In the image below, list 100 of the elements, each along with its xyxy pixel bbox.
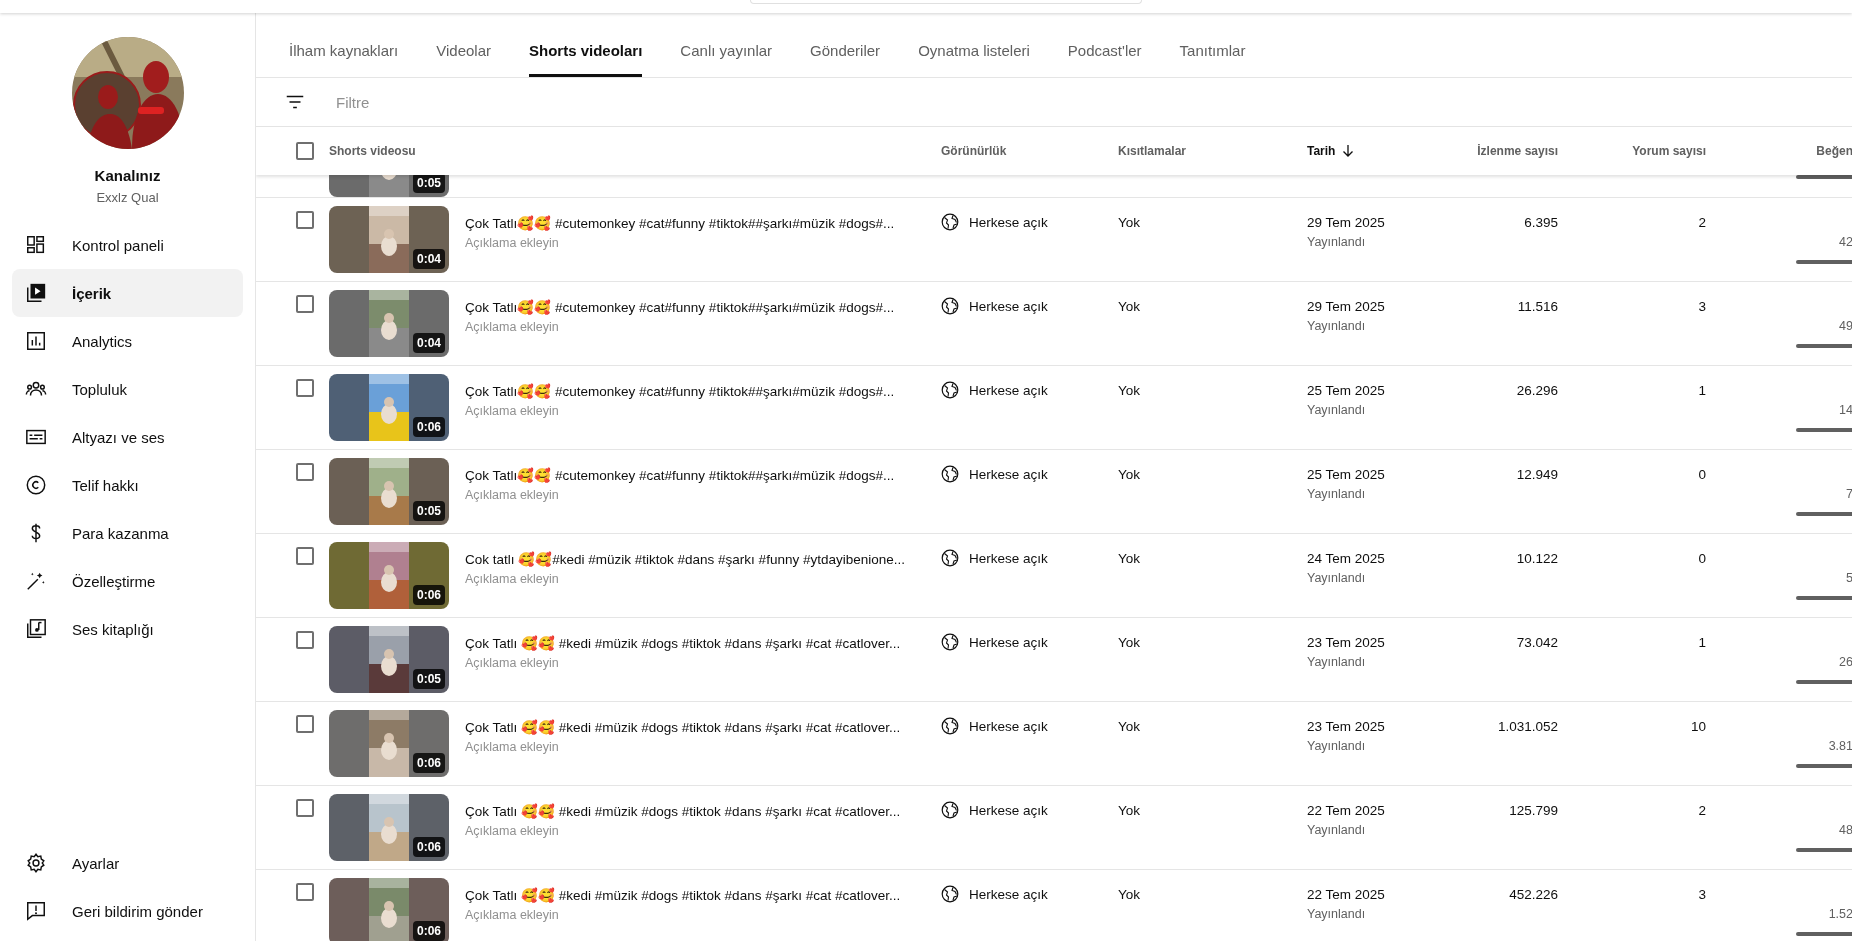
- sidebar-item[interactable]: Topluluk: [12, 365, 243, 413]
- tab[interactable]: Oynatma listeleri: [918, 13, 1030, 77]
- column-label: Tarih: [1307, 144, 1336, 158]
- views-cell-text: 6.395: [1523, 215, 1558, 230]
- checkbox[interactable]: [296, 547, 314, 565]
- status-label: Yayınlandı: [1307, 571, 1366, 585]
- video-title[interactable]: Cok tatlı 🥰🥰#kedi #müzik #tiktok #dans #şarkı #funny #ytdayibenione...: [465, 551, 905, 567]
- globe-icon: [941, 549, 959, 567]
- checkbox[interactable]: [296, 883, 314, 901]
- likes-cell-text: 1.52: [1827, 907, 1852, 921]
- sidebar-item[interactable]: Telif hakkı: [12, 461, 243, 509]
- globe-icon: [941, 213, 959, 231]
- checkbox[interactable]: [296, 295, 314, 313]
- status-label: Yayınlandı: [1307, 655, 1366, 669]
- sidebar-item[interactable]: Ses kitaplığı: [12, 605, 243, 653]
- globe-icon: [941, 465, 959, 483]
- checkbox[interactable]: [296, 631, 314, 649]
- comments-cell-text: 0: [1697, 551, 1706, 566]
- video-title[interactable]: Çok Tatlı🥰🥰 #cutemonkey #cat#funny #tiktok##şarkı#müzik #dogs#...: [465, 467, 895, 483]
- ratio-bar: [1796, 596, 1852, 600]
- checkbox[interactable]: [296, 715, 314, 733]
- status-label: Yayınlandı: [1307, 907, 1366, 921]
- visibility-label: Herkese açık: [969, 215, 1048, 230]
- comments-cell-text: 10: [1689, 719, 1706, 734]
- likes-cell-text: 48: [1838, 823, 1852, 837]
- column-header[interactable]: Kısıtlamalar: [1118, 144, 1307, 158]
- sidebar-item[interactable]: Ayarlar: [12, 839, 243, 887]
- globe-icon: [941, 297, 959, 315]
- tab[interactable]: Canlı yayınlar: [680, 13, 773, 77]
- ratio-bar: [1796, 512, 1852, 516]
- video-title[interactable]: Çok Tatlı🥰🥰 #cutemonkey #cat#funny #tiktok##şarkı#müzik #dogs#...: [465, 299, 895, 315]
- date-cell: 29 Tem 2025: [1307, 299, 1385, 314]
- sidebar-item[interactable]: Para kazanma: [12, 509, 243, 557]
- views-cell-text: 10.122: [1515, 551, 1558, 566]
- duration-badge: 0:06: [412, 585, 445, 605]
- tab[interactable]: Shorts videoları: [529, 13, 643, 77]
- duration-badge: 0:06: [412, 753, 445, 773]
- checkbox[interactable]: [296, 799, 314, 817]
- ratio-bar: [1796, 680, 1852, 684]
- comments-cell-text: 3: [1697, 887, 1706, 902]
- video-title[interactable]: Çok Tatlı 🥰🥰 #kedi #müzik #dogs #tiktok #dans #şarkı #cat #catlover...: [465, 719, 901, 735]
- column-header[interactable]: İzlenme sayısı: [1447, 144, 1558, 158]
- video-library-icon: [25, 282, 47, 304]
- globe-icon: [941, 885, 959, 903]
- visibility-label: Herkese açık: [969, 635, 1048, 650]
- visibility-label: Herkese açık: [969, 719, 1048, 734]
- channel-name: Exxlz Qual: [95, 190, 160, 205]
- sidebar-item[interactable]: Geri bildirim gönder: [12, 887, 243, 935]
- tab[interactable]: İlham kaynakları: [289, 13, 399, 77]
- video-title[interactable]: Çok Tatlı 🥰🥰 #kedi #müzik #dogs #tiktok #dans #şarkı #cat #catlover...: [465, 635, 901, 651]
- comments-cell-text: 2: [1697, 215, 1706, 230]
- video-title[interactable]: Çok Tatlı🥰🥰 #cutemonkey #cat#funny #tiktok##şarkı#müzik #dogs#...: [465, 215, 895, 231]
- checkbox[interactable]: [296, 211, 314, 229]
- checkbox[interactable]: [296, 379, 314, 397]
- status-label: Yayınlandı: [1307, 235, 1366, 249]
- tab[interactable]: Tanıtımlar: [1179, 13, 1246, 77]
- sidebar-item[interactable]: Özelleştirme: [12, 557, 243, 605]
- date-cell: 22 Tem 2025: [1307, 803, 1385, 818]
- visibility-label: Herkese açık: [969, 467, 1048, 482]
- duration-badge: 0:05: [412, 669, 445, 689]
- channel-title: Kanalınız: [93, 167, 162, 184]
- views-cell-text: 1.031.052: [1496, 719, 1558, 734]
- video-title[interactable]: Çok Tatlı 🥰🥰 #kedi #müzik #dogs #tiktok #dans #şarkı #cat #catlover...: [465, 803, 901, 819]
- column-header[interactable]: Shorts videosu: [329, 144, 941, 158]
- analytics-icon: [25, 330, 47, 352]
- duration-badge: 0:06: [412, 921, 445, 941]
- globe-icon: [941, 717, 959, 735]
- restrictions-cell-text: Yok: [1118, 719, 1142, 734]
- video-title[interactable]: Çok Tatlı 🥰🥰 #kedi #müzik #dogs #tiktok #dans #şarkı #cat #catlover...: [465, 887, 901, 903]
- likes-cell-text: 3.81: [1827, 739, 1852, 753]
- status-label: Yayınlandı: [1307, 403, 1366, 417]
- comments-cell-text: 0: [1697, 467, 1706, 482]
- comments-cell-text: 2: [1697, 803, 1706, 818]
- comments-cell-text: 1: [1697, 635, 1706, 650]
- ratio-bar: [1796, 428, 1852, 432]
- likes-cell-text: 42: [1838, 235, 1852, 249]
- sidebar-item[interactable]: Analytics: [12, 317, 243, 365]
- ratio-bar: [1796, 260, 1852, 264]
- sidebar-item[interactable]: Kontrol paneli: [12, 221, 243, 269]
- column-header[interactable]: Yorum sayısı: [1558, 144, 1706, 158]
- checkbox[interactable]: [296, 463, 314, 481]
- column-header[interactable]: Beğen: [1706, 144, 1852, 158]
- tab[interactable]: Gönderiler: [810, 13, 881, 77]
- sort-arrow-icon: [1341, 144, 1356, 158]
- sidebar-item[interactable]: İçerik: [12, 269, 243, 317]
- sidebar-item[interactable]: Altyazı ve ses: [12, 413, 243, 461]
- tab[interactable]: Podcast'ler: [1067, 13, 1142, 77]
- status-label: Yayınlandı: [1307, 487, 1366, 501]
- duration-badge: 0:05: [412, 175, 445, 193]
- visibility-label: Herkese açık: [969, 803, 1048, 818]
- video-title[interactable]: Çok Tatlı🥰🥰 #cutemonkey #cat#funny #tiktok##şarkı#müzik #dogs#...: [465, 383, 895, 399]
- likes-cell-text: 7: [1845, 487, 1852, 501]
- date-cell: 29 Tem 2025: [1307, 215, 1385, 230]
- likes-cell-text: 49: [1838, 319, 1852, 333]
- checkbox[interactable]: [296, 142, 314, 160]
- globe-icon: [941, 381, 959, 399]
- visibility-label: Herkese açık: [969, 299, 1048, 314]
- feedback-icon: [25, 900, 47, 922]
- tab[interactable]: Videolar: [436, 13, 491, 77]
- column-header[interactable]: Görünürlük: [941, 144, 1118, 158]
